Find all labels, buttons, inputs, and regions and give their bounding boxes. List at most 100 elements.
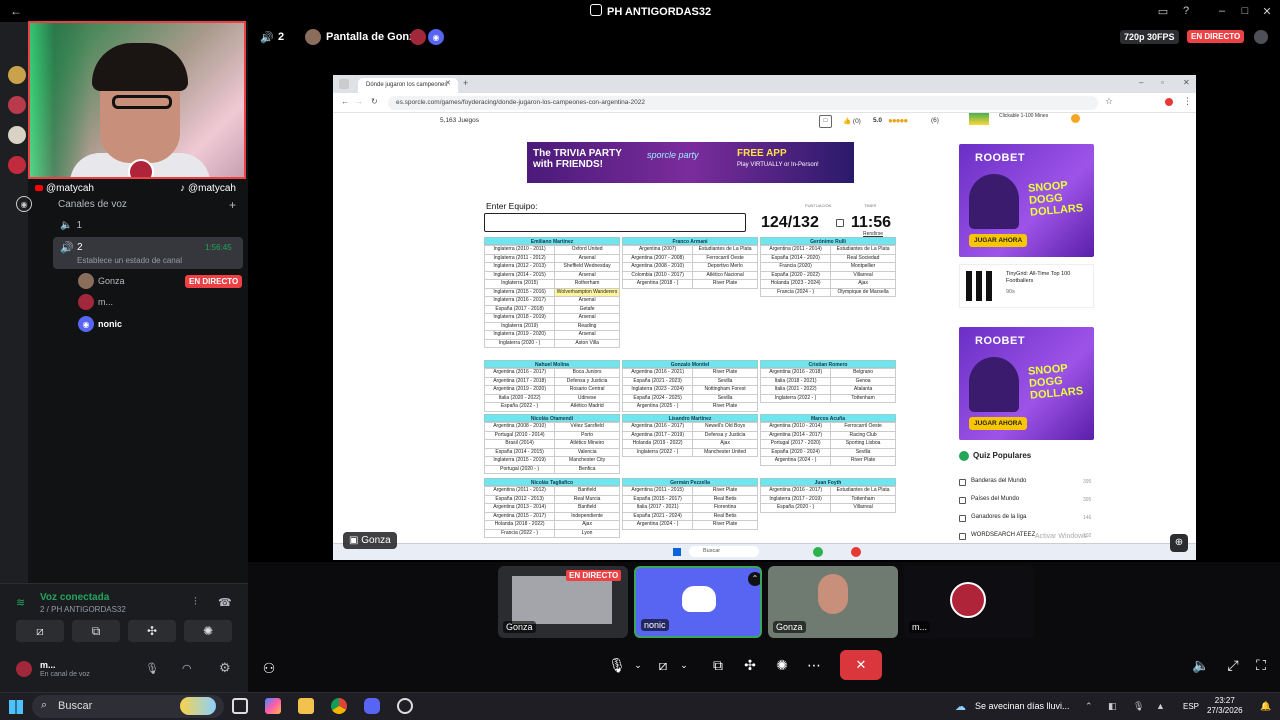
- noise-suppression-icon[interactable]: ⫶: [194, 596, 197, 609]
- browser-tab[interactable]: Dónde jugaron los campeones: [358, 78, 458, 93]
- member-m[interactable]: m...: [78, 294, 238, 310]
- tile-m[interactable]: m...: [904, 566, 1034, 638]
- back-icon[interactable]: ←: [341, 97, 349, 106]
- chat-icon[interactable]: [1254, 30, 1268, 44]
- share-screen-icon[interactable]: ⧉: [705, 652, 731, 678]
- member-nonic[interactable]: ◉ nonic: [78, 316, 238, 332]
- sidebar-quiz-item[interactable]: Clickable 1-100 Mines: [959, 113, 1094, 127]
- volume-icon[interactable]: 🔊: [260, 31, 274, 44]
- popular-quiz-link[interactable]: Países del Mundo: [971, 496, 1019, 502]
- voice-channel-1[interactable]: 🔈 1: [60, 220, 82, 231]
- career-club: Newell's Old Boys: [692, 422, 758, 432]
- address-bar[interactable]: es.sporcle.com/games/foyderacing/donde-j…: [388, 96, 1098, 110]
- tray-app-icon[interactable]: ◧: [1108, 701, 1117, 712]
- help-icon[interactable]: ?: [1178, 3, 1194, 19]
- close-icon[interactable]: ✕: [1259, 3, 1275, 19]
- career-row: Argentina (2008 - 2010) Vélez Sarsfield: [483, 422, 620, 432]
- set-status-prompt[interactable]: Establece un estado de canal: [77, 256, 182, 265]
- tile-gonza-screen[interactable]: EN DIRECTO Gonza: [498, 566, 628, 638]
- likes[interactable]: 👍 (0): [843, 117, 861, 125]
- collapse-icon[interactable]: ⌃: [748, 572, 760, 586]
- soundboard-button[interactable]: ✺: [184, 620, 232, 642]
- rating-stars-icon[interactable]: ●●●●●: [888, 116, 908, 125]
- more-icon[interactable]: ⋯: [801, 652, 827, 678]
- inbox-icon[interactable]: ▭: [1155, 3, 1171, 19]
- back-arrow-icon[interactable]: ←: [8, 3, 24, 19]
- disconnect-icon[interactable]: ☎: [218, 596, 232, 609]
- system-clock[interactable]: 23:27 27/3/2026: [1207, 696, 1243, 716]
- maximize-icon[interactable]: ▫: [1161, 78, 1164, 87]
- weather-text[interactable]: Se avecinan días lluvi...: [975, 701, 1070, 711]
- windows-start-icon[interactable]: [9, 700, 23, 714]
- tab-menu-icon[interactable]: [339, 79, 349, 89]
- extension-icon[interactable]: [1165, 98, 1173, 106]
- menu-icon[interactable]: ⋮: [1183, 96, 1192, 107]
- share-screen-button[interactable]: ⧉: [72, 620, 120, 642]
- server-icon[interactable]: [8, 156, 26, 174]
- tile-nonic[interactable]: ⌃ nonic: [634, 566, 762, 638]
- new-tab-icon[interactable]: +: [463, 78, 468, 88]
- reload-icon[interactable]: ↻: [371, 97, 378, 106]
- discord-icon[interactable]: [364, 698, 380, 714]
- copilot-icon[interactable]: [265, 698, 281, 714]
- career-club: Boca Juniors: [554, 368, 620, 378]
- mic-options-chevron-icon[interactable]: ⌄: [625, 652, 651, 678]
- career-period: España (2014 - 2015): [483, 447, 556, 457]
- task-view-icon[interactable]: [232, 698, 248, 714]
- settings-gear-icon[interactable]: ⚙: [219, 660, 231, 676]
- user-avatar[interactable]: [16, 661, 32, 677]
- server-icon[interactable]: [8, 126, 26, 144]
- popular-quiz-link[interactable]: WORDSEARCH ATEEZ: [971, 532, 1035, 538]
- activities-icon[interactable]: ✣: [737, 652, 763, 678]
- tinygrid-promo[interactable]: TinyGrid: All-Time Top 100 Footballers 9…: [959, 264, 1094, 308]
- soundboard-icon[interactable]: ✺: [769, 652, 795, 678]
- tile-gonza-camera[interactable]: Gonza: [768, 566, 898, 638]
- tray-app-icon[interactable]: ▲: [1156, 701, 1165, 711]
- fullscreen-icon[interactable]: ⛶: [1248, 652, 1274, 678]
- forward-icon[interactable]: →: [355, 97, 363, 106]
- camera-off-button[interactable]: ⧄: [16, 620, 64, 642]
- popout-icon[interactable]: ⤢: [1220, 652, 1246, 678]
- roobet-ad[interactable]: ROOBET SNOOP DOGG DOLLARS JUGAR AHORA: [959, 144, 1094, 257]
- add-channel-icon[interactable]: +: [229, 198, 236, 212]
- popular-quiz-link[interactable]: Ganadores de la liga: [971, 514, 1026, 520]
- voice-channels-header[interactable]: Canales de voz: [58, 199, 127, 210]
- bookmark-star-icon[interactable]: ☆: [1105, 96, 1113, 107]
- notification-icon[interactable]: 🔔: [1260, 701, 1271, 712]
- minimize-icon[interactable]: –: [1139, 78, 1143, 87]
- popular-quiz-link[interactable]: Banderas del Mundo: [971, 478, 1026, 484]
- minimize-icon[interactable]: –: [1214, 3, 1230, 19]
- player-card: Cristian Romero Argentina (2016 - 2018) Be…: [759, 360, 896, 403]
- camera-options-chevron-icon[interactable]: ⌄: [671, 652, 697, 678]
- server-icon[interactable]: [8, 96, 26, 114]
- pause-icon[interactable]: [836, 219, 844, 227]
- answer-input[interactable]: [484, 213, 746, 232]
- roobet-ad-2[interactable]: ROOBET SNOOP DOGG DOLLARS JUGAR AHORA: [959, 327, 1094, 440]
- tray-chevron-icon[interactable]: ⌃: [1085, 701, 1093, 712]
- voice-channel-2[interactable]: 🔊 2 1:56:45 Establece un estado de canal: [53, 237, 243, 269]
- career-row: Argentina (2007 - 2008) Ferrocarril Oeste: [621, 253, 758, 263]
- voice-location[interactable]: 2 / PH ANTIGORDAS32: [40, 605, 126, 614]
- activities-button[interactable]: ✣: [128, 620, 176, 642]
- headphones-icon[interactable]: ◠: [182, 662, 192, 675]
- trivia-party-ad[interactable]: The TRIVIA PARTY with FRIENDS! sporcle pa…: [527, 142, 854, 183]
- close-icon[interactable]: ✕: [1183, 78, 1190, 87]
- microphone-icon[interactable]: 🎙: [145, 662, 159, 675]
- taskbar-search[interactable]: ⌕ Buscar: [32, 695, 224, 718]
- leave-call-button[interactable]: ✕: [840, 650, 882, 680]
- close-tab-icon[interactable]: ✕: [445, 79, 451, 87]
- comments-icon[interactable]: □: [819, 115, 832, 128]
- add-person-icon[interactable]: ⚇: [256, 655, 282, 681]
- app-icon[interactable]: [397, 698, 413, 714]
- server-icon[interactable]: [8, 66, 26, 84]
- tray-mic-icon[interactable]: 🎙: [1133, 701, 1144, 712]
- language-indicator[interactable]: ESP: [1183, 702, 1199, 711]
- chrome-icon[interactable]: [331, 698, 347, 714]
- maximize-icon[interactable]: □: [1237, 3, 1253, 19]
- club-logo-icon: [128, 159, 154, 177]
- career-row: Francia (2022 - ) Lyon: [483, 528, 620, 538]
- zoom-icon[interactable]: ⊕: [1170, 534, 1188, 552]
- explore-icon[interactable]: ◉: [16, 196, 32, 212]
- volume-icon[interactable]: 🔈: [1188, 652, 1214, 678]
- file-explorer-icon[interactable]: [298, 698, 314, 714]
